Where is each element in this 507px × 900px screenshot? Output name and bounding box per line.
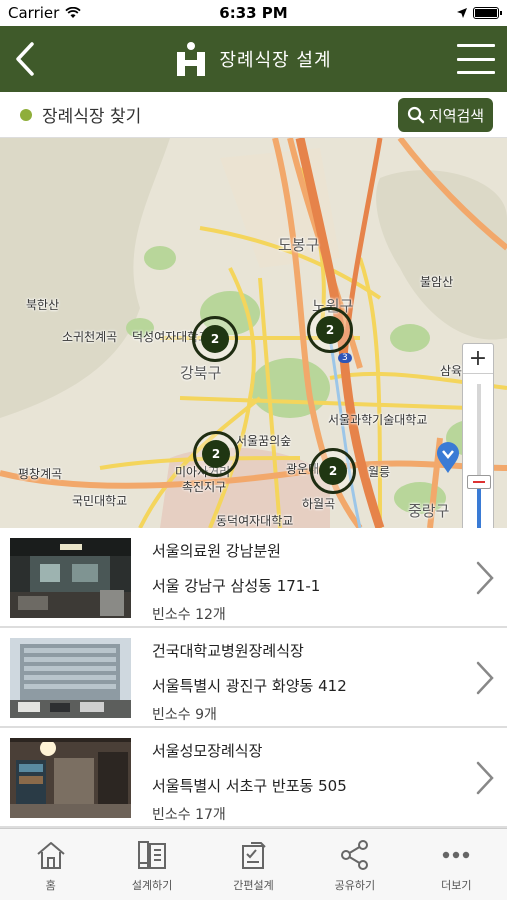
map-cluster-marker[interactable]: 2: [192, 316, 238, 362]
search-icon: [407, 106, 425, 124]
map-label: 국민대학교: [72, 494, 128, 508]
menu-button[interactable]: [457, 44, 495, 74]
hall-address: 서울특별시 광진구 화양동 412: [152, 677, 347, 695]
carrier-label: Carrier: [8, 4, 60, 22]
search-label: 장례식장 찾기: [42, 107, 142, 127]
map-label: 촉진지구: [182, 480, 227, 494]
hall-info: 서울의료원 강남분원 서울 강남구 삼성동 171-1 빈소수 12개: [152, 540, 320, 624]
tab-label: 공유하기: [334, 879, 376, 892]
design-icon: [138, 841, 167, 869]
status-dot: [20, 108, 32, 121]
zoom-slider-handle[interactable]: [467, 474, 491, 489]
map-cluster-marker[interactable]: 2: [307, 307, 353, 353]
map-label: 북한산: [26, 298, 60, 312]
tab-share[interactable]: 공유하기: [304, 829, 405, 900]
hall-name: 서울성모장례식장: [152, 742, 263, 760]
menu-line: [457, 57, 495, 61]
hall-rooms: 빈소수 9개: [152, 707, 217, 723]
map-cluster-marker[interactable]: 2: [310, 448, 356, 494]
map-view[interactable]: 도봉구 노원구 강북구 중랑구 광운대 북한산 불암산 삼육대 소귀천계곡 덕성…: [0, 138, 507, 528]
zoom-control[interactable]: +: [462, 343, 494, 528]
region-search-label: 지역검색: [428, 106, 485, 125]
share-icon: [340, 840, 368, 870]
home-icon: [37, 842, 65, 869]
menu-line: [457, 71, 495, 74]
zoom-in-button[interactable]: +: [463, 344, 493, 374]
chevron-right-icon: [476, 761, 494, 795]
map-label: 불암산: [420, 275, 454, 289]
hall-photo: [10, 738, 131, 818]
menu-line: [457, 44, 495, 47]
map-label: 서울꿈의숲: [236, 434, 292, 448]
cluster-count: 2: [316, 316, 344, 344]
hall-info: 건국대학교병원장례식장 서울특별시 광진구 화양동 412 빈소수 9개: [152, 640, 347, 724]
app-logo-icon: [177, 42, 206, 76]
tab-more[interactable]: 더보기: [406, 829, 507, 900]
highway-route-badge: 3: [338, 353, 352, 363]
funeral-hall-list: 서울의료원 강남분원 서울 강남구 삼성동 171-1 빈소수 12개 건국대학…: [0, 528, 507, 828]
hall-address: 서울 강남구 삼성동 171-1: [152, 577, 321, 595]
cluster-count: 2: [319, 457, 347, 485]
tab-quick-design[interactable]: 간편설계: [203, 829, 304, 900]
cluster-count: 2: [202, 440, 230, 468]
app-header: 장례식장 설계: [0, 26, 507, 92]
battery-icon: [473, 7, 502, 19]
hall-address: 서울특별시 서초구 반포동 505: [152, 777, 347, 795]
page-title: 장례식장 설계: [219, 50, 332, 71]
hall-rooms: 빈소수 17개: [152, 807, 226, 823]
tab-label: 더보기: [441, 879, 472, 892]
tab-label: 홈: [45, 879, 56, 892]
hall-rooms: 빈소수 12개: [152, 607, 226, 623]
quick-design-icon: [241, 842, 266, 869]
map-label: 월릉: [368, 465, 391, 479]
wifi-icon: [65, 7, 81, 18]
zoom-track[interactable]: [477, 384, 481, 528]
map-label: 평창계곡: [18, 467, 63, 481]
hall-photo: [10, 538, 131, 618]
status-bar: Carrier 6:33 PM: [0, 0, 507, 26]
map-label: 서울과학기술대학교: [328, 413, 428, 427]
region-search-button[interactable]: 지역검색: [398, 98, 493, 132]
chevron-right-icon: [476, 661, 494, 695]
tab-label: 설계하기: [131, 879, 173, 892]
hall-info: 서울성모장례식장 서울특별시 서초구 반포동 505 빈소수 17개: [152, 740, 347, 824]
back-button[interactable]: [12, 40, 40, 78]
search-strip: 장례식장 찾기 지역검색: [0, 92, 507, 138]
list-item[interactable]: 건국대학교병원장례식장 서울특별시 광진구 화양동 412 빈소수 9개: [0, 628, 507, 728]
hall-photo: [10, 638, 131, 718]
list-item[interactable]: 서울성모장례식장 서울특별시 서초구 반포동 505 빈소수 17개: [0, 728, 507, 828]
map-label: 소귀천계곡: [62, 330, 118, 344]
location-pin-icon[interactable]: [436, 442, 460, 474]
map-label: 강북구: [180, 364, 222, 382]
more-icon: [443, 851, 470, 859]
list-item[interactable]: 서울의료원 강남분원 서울 강남구 삼성동 171-1 빈소수 12개: [0, 528, 507, 628]
map-cluster-marker[interactable]: 2: [193, 431, 239, 477]
tab-design[interactable]: 설계하기: [101, 829, 202, 900]
tab-bar: 홈 설계하기 간편설계 공유하기 더보기: [0, 828, 507, 900]
hall-name: 건국대학교병원장례식장: [152, 642, 304, 660]
location-arrow-icon: [457, 8, 467, 18]
tab-home[interactable]: 홈: [0, 829, 101, 900]
chevron-right-icon: [476, 561, 494, 595]
map-label: 도봉구: [278, 236, 320, 254]
hall-name: 서울의료원 강남분원: [152, 542, 281, 560]
cluster-count: 2: [201, 325, 229, 353]
tab-label: 간편설계: [233, 879, 274, 892]
map-label: 하월곡: [302, 497, 336, 511]
map-label: 동덕여자대학교: [216, 514, 294, 528]
map-label: 중랑구: [408, 502, 450, 520]
